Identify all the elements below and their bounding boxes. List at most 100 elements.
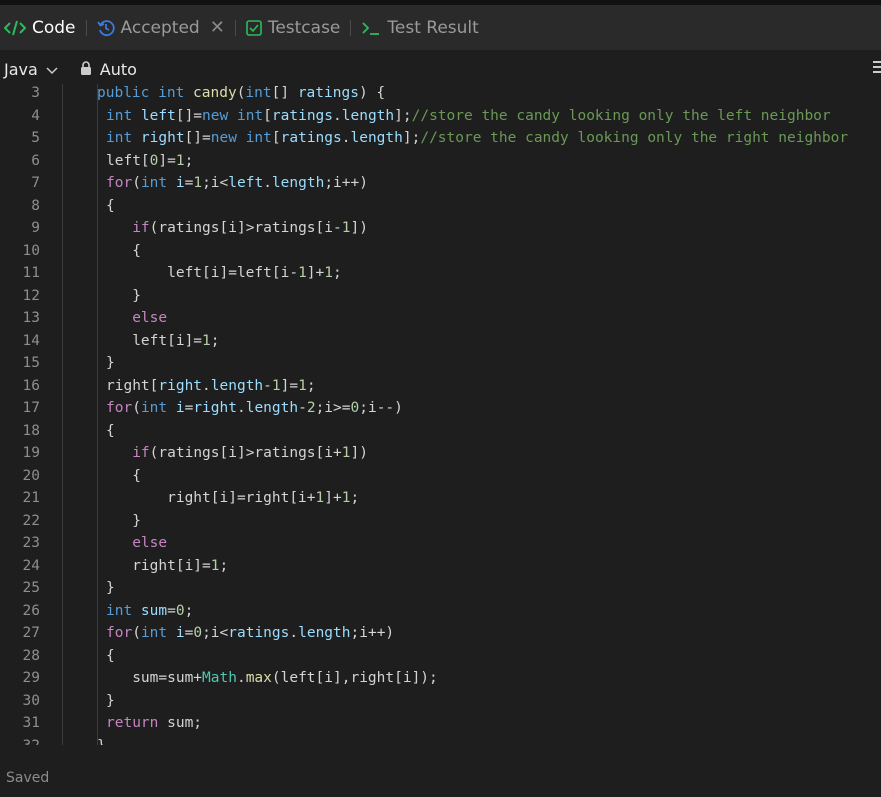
code-line[interactable]: 30} [0, 690, 881, 713]
line-number: 30 [22, 692, 40, 709]
code-token: ;i--) [359, 400, 403, 416]
language-select[interactable]: Java [4, 60, 58, 79]
code-token: 1 [175, 152, 185, 169]
close-icon[interactable]: ✕ [210, 17, 225, 38]
code-text: { [106, 645, 115, 668]
code-line[interactable]: 9 if(ratings[i]>ratings[i-1]) [0, 217, 881, 240]
code-token: ]+ [306, 265, 325, 281]
code-token: ratings [271, 107, 334, 124]
code-token: (left[i],right[i]); [271, 670, 438, 686]
code-token: candy [193, 85, 237, 101]
code-token: int [158, 85, 194, 101]
code-token: ratings [228, 625, 290, 641]
auto-mode-toggle[interactable]: Auto [80, 60, 137, 79]
tab-accepted-label: Accepted [120, 17, 200, 38]
code-line[interactable]: 18 { [0, 420, 881, 443]
code-line[interactable]: 25} [0, 577, 881, 600]
code-line[interactable]: 19 if(ratings[i]>ratings[i+1]) [0, 442, 881, 465]
line-number: 13 [22, 310, 40, 326]
code-token: ]+ [324, 490, 342, 506]
code-token: (ratings[i]>ratings[i+ [149, 445, 342, 461]
save-status: Saved [6, 769, 50, 786]
line-number: 31 [22, 715, 40, 731]
code-line[interactable]: 23 else [0, 532, 881, 555]
code-token: for [106, 400, 133, 416]
code-line[interactable]: 20 { [0, 465, 881, 488]
code-line[interactable]: 6 left[0]=1; [0, 150, 881, 173]
code-token: left [140, 107, 176, 124]
tab-test-result-label: Test Result [387, 17, 479, 38]
code-line[interactable]: 15} [0, 352, 881, 375]
code-line[interactable]: 24 right[i]=1; [0, 555, 881, 578]
code-line[interactable]: 29 sum=sum+Math.max(left[i],right[i]); [0, 667, 881, 690]
editor-toolbar: Java Auto [0, 50, 881, 88]
tab-test-result[interactable]: Test Result [357, 5, 482, 50]
code-token: i [175, 400, 185, 416]
code-token: sum=sum+ [106, 670, 203, 686]
code-text: public int candy(int[] ratings) { [97, 84, 385, 105]
code-line[interactable]: 22 } [0, 510, 881, 533]
code-line[interactable]: 32} [0, 735, 881, 746]
code-token: else [132, 310, 168, 326]
code-token: 1 [202, 332, 211, 349]
code-line[interactable]: 11 left[i]=left[i-1]+1; [0, 262, 881, 285]
line-number: 27 [22, 625, 40, 641]
code-token: ;i++) [324, 175, 368, 191]
code-token: []= [184, 130, 211, 146]
code-line[interactable]: 27 for(int i=0;i<ratings.length;i++) [0, 622, 881, 645]
code-token: ; [219, 557, 229, 574]
code-text: sum=sum+Math.max(left[i],right[i]); [106, 667, 438, 690]
code-line[interactable]: 8{ [0, 195, 881, 218]
code-text: left[i]=left[i-1]+1; [106, 262, 342, 285]
code-token: } [106, 287, 141, 304]
code-token: ; [184, 152, 194, 169]
code-token: { [106, 422, 115, 439]
tab-code[interactable]: Code [0, 5, 80, 50]
code-line[interactable]: 13 else [0, 307, 881, 330]
line-number: 16 [22, 377, 40, 394]
code-token: right [193, 400, 237, 416]
code-text: left[0]=1; [106, 150, 193, 173]
code-token: ratings [280, 130, 342, 146]
code-line[interactable]: 21 right[i]=right[i+1]+1; [0, 487, 881, 510]
code-token: int [106, 130, 141, 146]
code-token: 1 [298, 377, 307, 394]
lock-icon [80, 60, 92, 79]
code-text: left[i]=1; [106, 330, 219, 353]
code-line[interactable]: 12 } [0, 285, 881, 308]
code-line[interactable]: 14 left[i]=1; [0, 330, 881, 353]
code-token: . [263, 175, 272, 191]
code-text: for(int i=right.length-2;i>=0;i--) [106, 397, 403, 420]
menu-icon[interactable] [873, 58, 881, 80]
code-token: ;i< [202, 625, 229, 641]
tab-accepted[interactable]: Accepted ✕ [93, 5, 229, 50]
line-number: 28 [22, 647, 40, 664]
code-line[interactable]: 5 int right[]=new int[ratings.length];//s… [0, 127, 881, 150]
line-number: 14 [22, 332, 40, 349]
code-line[interactable]: 16 right[right.length-1]=1; [0, 375, 881, 398]
code-token: [ [263, 107, 272, 124]
code-token: (ratings[i]>ratings[i- [149, 220, 342, 236]
code-editor[interactable]: 3 public int candy(int[] ratings) {4 int l… [0, 84, 881, 745]
code-token: int [140, 175, 176, 191]
code-line[interactable]: 26 int sum=0; [0, 600, 881, 623]
code-token: . [236, 400, 246, 416]
code-token: } [106, 512, 141, 529]
code-line[interactable]: 3 public int candy(int[] ratings) { [0, 84, 881, 105]
code-token: ; [333, 265, 342, 281]
code-line[interactable]: 7 for(int i=1;i<left.length;i++) [0, 172, 881, 195]
code-line[interactable]: 4 int left[]=new int[ratings.length];//st… [0, 105, 881, 128]
code-line[interactable]: 28 { [0, 645, 881, 668]
code-token: [ [271, 130, 281, 146]
code-token: length [341, 107, 395, 124]
line-number: 23 [22, 535, 40, 551]
code-line[interactable]: 10 { [0, 240, 881, 263]
code-icon [4, 20, 26, 36]
tab-testcase[interactable]: Testcase [242, 5, 345, 50]
code-token: new [210, 130, 246, 146]
code-line[interactable]: 31 return sum; [0, 712, 881, 735]
code-token: - [263, 377, 272, 394]
code-token: ;i>= [315, 400, 351, 416]
code-line[interactable]: 17 for(int i=right.length-2;i>=0;i--) [0, 397, 881, 420]
